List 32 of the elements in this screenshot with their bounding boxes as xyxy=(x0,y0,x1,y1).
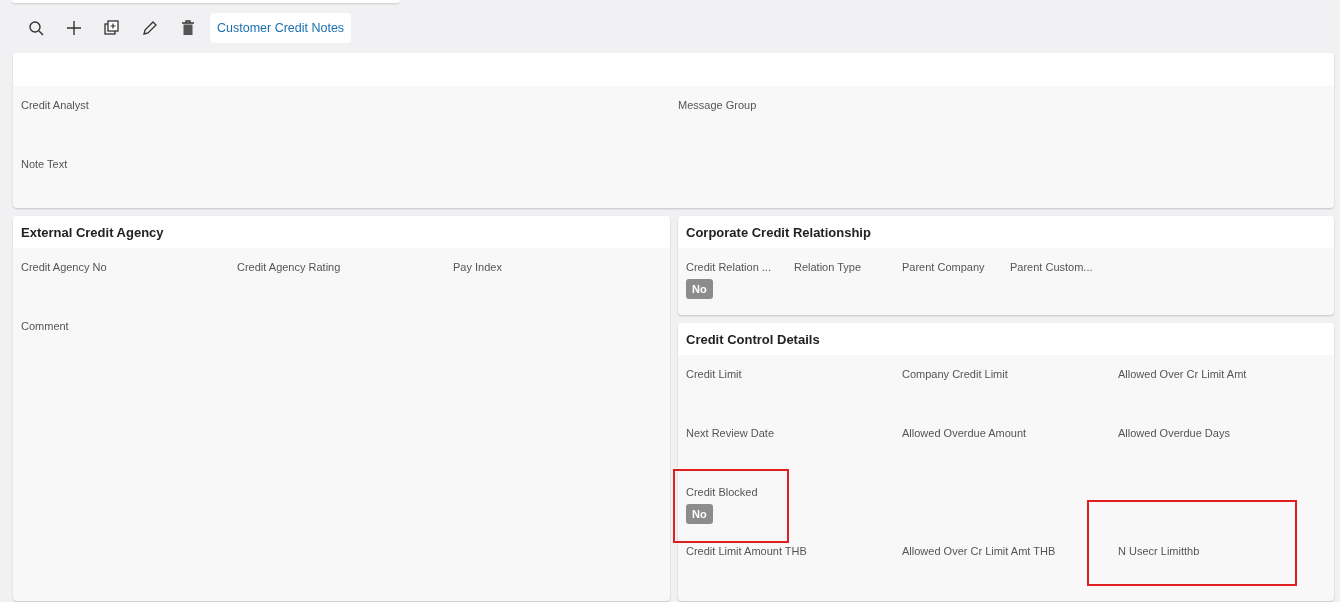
field-label: Relation Type xyxy=(794,261,862,273)
card-title: Credit Control Details xyxy=(678,323,1334,355)
field-label: Credit Limit xyxy=(686,368,742,380)
field-label: Credit Agency Rating xyxy=(237,261,341,273)
duplicate-icon xyxy=(104,19,120,36)
card-title: External Credit Agency xyxy=(13,216,670,248)
status-badge: No xyxy=(686,279,713,299)
trash-icon xyxy=(180,19,196,36)
field-label: Allowed Over Cr Limit Amt xyxy=(1118,368,1247,380)
pencil-icon xyxy=(142,19,158,36)
field-label: Next Review Date xyxy=(686,427,775,439)
field-label: Credit Blocked xyxy=(686,486,758,498)
field-label: Parent Custom... xyxy=(1010,261,1093,273)
card-title: Corporate Credit Relationship xyxy=(678,216,1334,248)
field-label: Credit Relation ... xyxy=(686,261,771,273)
search-icon xyxy=(28,19,44,36)
field-label: Credit Analyst xyxy=(21,99,89,111)
field-label: Credit Limit Amount THB xyxy=(686,545,807,557)
customer-credit-notes-button[interactable]: Customer Credit Notes xyxy=(210,12,352,43)
field-label: Comment xyxy=(21,320,69,332)
field-label: Message Group xyxy=(678,99,757,111)
field-label: Allowed Overdue Amount xyxy=(902,427,1027,439)
field-label: N Usecr Limitthb xyxy=(1118,545,1200,557)
status-badge: No xyxy=(686,504,713,524)
field-label: Note Text xyxy=(21,158,68,170)
field-label: Allowed Over Cr Limit Amt THB xyxy=(902,545,1056,557)
field-label: Allowed Overdue Days xyxy=(1118,427,1230,439)
field-label: Credit Agency No xyxy=(21,261,107,273)
plus-icon xyxy=(66,19,82,36)
field-label: Parent Company xyxy=(902,261,985,273)
field-label: Company Credit Limit xyxy=(902,368,1008,380)
field-label: Pay Index xyxy=(453,261,502,273)
